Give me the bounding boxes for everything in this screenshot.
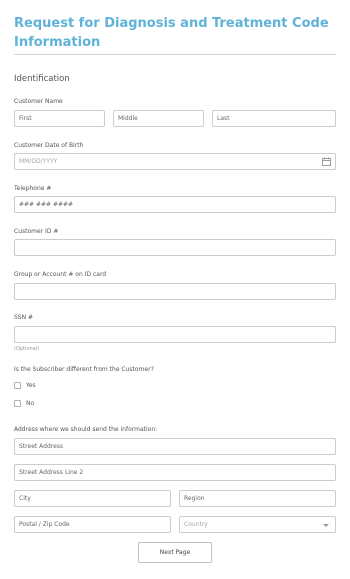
last-name-placeholder: Last [217, 115, 230, 122]
country-select[interactable]: Country [179, 516, 336, 533]
postal-code-placeholder: Postal / Zip Code [19, 521, 70, 528]
street-address-input[interactable]: Street Address [14, 438, 336, 455]
calendar-icon[interactable] [322, 157, 331, 166]
form-page: Request for Diagnosis and Treatment Code… [0, 0, 350, 579]
first-name-placeholder: First [19, 115, 32, 122]
form-title: Request for Diagnosis and Treatment Code… [14, 16, 329, 50]
customer-id-label: Customer ID # [14, 228, 59, 235]
middle-name-input[interactable]: Middle [113, 110, 204, 127]
address-label: Address where we should send the informa… [14, 426, 158, 433]
ssn-optional-sublabel: (Optional) [14, 346, 40, 352]
ssn-label: SSN # [14, 314, 34, 321]
street-address-line2-placeholder: Street Address Line 2 [19, 469, 84, 476]
ssn-input[interactable] [14, 326, 336, 343]
title-divider [14, 54, 336, 55]
customer-id-input[interactable] [14, 239, 336, 256]
telephone-label: Telephone # [14, 185, 52, 192]
telephone-input[interactable]: ### ### #### [14, 196, 336, 213]
section-heading: Identification [14, 74, 70, 84]
street-address-placeholder: Street Address [19, 443, 64, 450]
group-account-label: Group or Account # on ID card [14, 271, 107, 278]
subscriber-no-checkbox[interactable] [14, 400, 21, 407]
subscriber-yes-label[interactable]: Yes [26, 382, 36, 389]
group-account-input[interactable] [14, 283, 336, 300]
chevron-down-icon [323, 524, 329, 527]
subscriber-no-label[interactable]: No [26, 400, 34, 407]
middle-name-placeholder: Middle [118, 115, 138, 122]
street-address-line2-input[interactable]: Street Address Line 2 [14, 464, 336, 481]
region-placeholder: Region [184, 495, 205, 502]
country-placeholder: Country [184, 521, 208, 528]
postal-code-input[interactable]: Postal / Zip Code [14, 516, 171, 533]
city-placeholder: City [19, 495, 31, 502]
subscriber-question: Is the Subscriber different from the Cus… [14, 366, 154, 373]
next-page-button[interactable]: Next Page [138, 542, 212, 563]
first-name-input[interactable]: First [14, 110, 105, 127]
dob-input[interactable]: MM/DD/YYYY [14, 153, 336, 170]
region-input[interactable]: Region [179, 490, 336, 507]
subscriber-yes-checkbox[interactable] [14, 382, 21, 389]
dob-label: Customer Date of Birth [14, 142, 84, 149]
dob-placeholder: MM/DD/YYYY [19, 158, 58, 165]
customer-name-label: Customer Name [14, 98, 63, 105]
city-input[interactable]: City [14, 490, 171, 507]
last-name-input[interactable]: Last [212, 110, 336, 127]
telephone-placeholder: ### ### #### [19, 201, 74, 208]
